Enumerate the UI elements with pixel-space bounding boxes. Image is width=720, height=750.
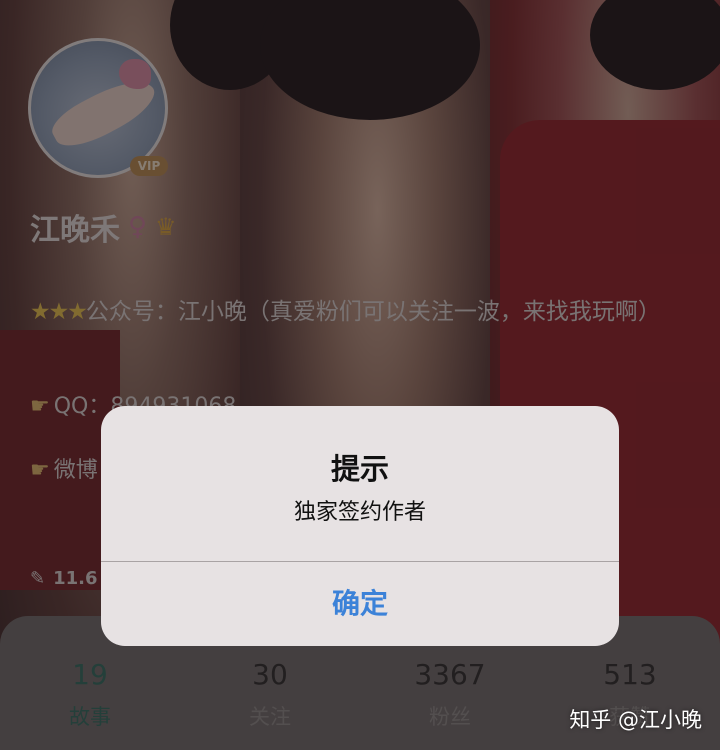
alert-dialog: 提示 独家签约作者 确定 (101, 406, 619, 646)
confirm-button[interactable]: 确定 (101, 562, 619, 646)
alert-message: 独家签约作者 (293, 500, 426, 525)
watermark: 知乎 @江小晚 (569, 708, 702, 732)
alert-title: 提示 (330, 452, 389, 486)
